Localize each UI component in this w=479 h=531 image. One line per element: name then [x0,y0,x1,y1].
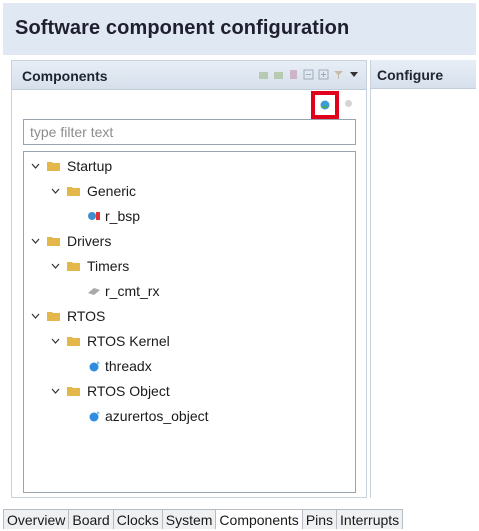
add-component-button-highlight[interactable] [311,91,339,119]
expand-all-icon[interactable] [318,69,329,80]
configure-panel-header: Configure [371,60,476,89]
tab-interrupts[interactable]: Interrupts [337,509,404,529]
tab-components[interactable]: Components [216,509,303,529]
tree-node-startup[interactable]: Startup [30,155,112,177]
components-toolbar [258,69,358,80]
chevron-down-icon[interactable] [30,161,41,172]
chevron-down-icon[interactable] [50,336,61,347]
tree-node-r-bsp[interactable]: r_bsp [87,205,140,227]
chevron-down-icon[interactable] [50,386,61,397]
tab-clocks[interactable]: Clocks [113,509,163,529]
view-menu-icon[interactable] [350,72,358,77]
tree-label: RTOS Kernel [87,333,170,349]
tree-label: r_bsp [105,208,141,224]
folder-icon [47,312,60,321]
tree-node-timers[interactable]: Timers [50,255,129,277]
components-panel-header: Components [12,61,366,90]
folder-icon [67,262,80,271]
chevron-down-icon[interactable] [30,311,41,322]
tree-node-rtos-kernel[interactable]: RTOS Kernel [50,330,170,352]
tab-board[interactable]: Board [69,509,114,529]
tree-label: r_cmt_rx [105,283,160,299]
component-tree: Startup Generic r_bsp Drivers Timers r_c… [23,151,356,493]
tree-label: azurertos_object [105,408,209,424]
components-panel-title: Components [22,68,108,84]
tab-pins[interactable]: Pins [302,509,338,529]
add-component-icon [320,100,330,110]
tree-node-r-cmt-rx[interactable]: r_cmt_rx [87,280,159,302]
tree-node-rtos-object[interactable]: RTOS Object [50,380,170,402]
remove-component-icon[interactable] [344,99,353,108]
tree-label: RTOS Object [87,383,170,399]
tree-label: RTOS [67,308,106,324]
tree-label: threadx [105,358,152,374]
configure-panel: Configure [370,60,476,498]
filter-input[interactable]: type filter text [23,119,356,145]
driver-component-icon [88,288,100,295]
configure-panel-title: Configure [377,67,444,83]
tab-system[interactable]: System [162,509,217,529]
filter-icon[interactable] [333,69,344,80]
folder-icon [67,387,80,396]
rtos-component-icon [89,411,100,422]
generate-report-icon[interactable] [273,69,284,80]
title-bar: Software component configuration [3,3,476,55]
tree-label: Drivers [67,233,112,249]
export-icon[interactable] [288,69,299,80]
editor-tabs: Overview Board Clocks System Components … [3,509,404,531]
rtos-component-icon [89,361,100,372]
chevron-down-icon[interactable] [50,261,61,272]
page-title: Software component configuration [15,17,350,39]
chevron-down-icon[interactable] [30,236,41,247]
tree-node-threadx[interactable]: threadx [87,355,152,377]
tree-label: Startup [67,158,113,174]
tree-node-azurertos-object[interactable]: azurertos_object [87,405,209,427]
generate-code-icon[interactable] [258,69,269,80]
tab-overview[interactable]: Overview [3,509,70,529]
tree-node-generic[interactable]: Generic [50,180,136,202]
tree-node-rtos[interactable]: RTOS [30,305,105,327]
bsp-component-icon [88,212,100,220]
folder-icon [47,162,60,171]
components-panel: Components type filter text Startup Gene… [11,60,367,498]
tree-label: Timers [87,258,130,274]
folder-icon [67,337,80,346]
chevron-down-icon[interactable] [50,186,61,197]
collapse-all-icon[interactable] [303,69,314,80]
folder-icon [67,187,80,196]
tree-node-drivers[interactable]: Drivers [30,230,111,252]
folder-icon [47,237,60,246]
tree-label: Generic [87,183,137,199]
